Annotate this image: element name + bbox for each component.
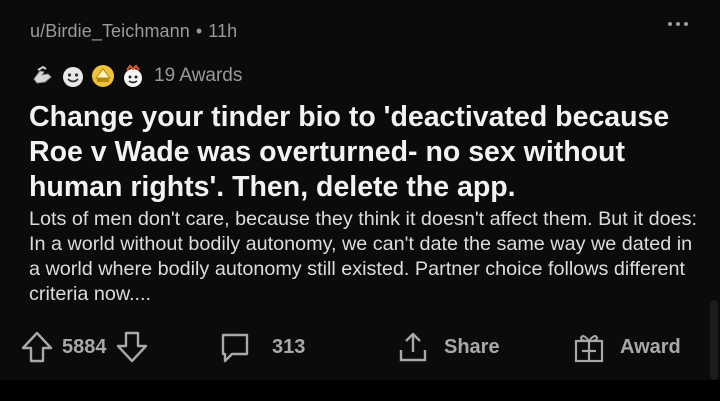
silver-hands-award-icon	[30, 63, 56, 89]
comment-icon	[218, 330, 252, 364]
post-card: u/Birdie_Teichmann • 11h 19 Awards Chang…	[0, 0, 720, 380]
face-award-icon	[120, 63, 146, 89]
post-body[interactable]: Lots of men don't care, because they thi…	[29, 207, 699, 307]
scrollbar[interactable]	[710, 300, 718, 380]
bottom-divider	[0, 380, 720, 401]
post-meta: u/Birdie_Teichmann • 11h	[30, 21, 237, 42]
comment-count: 313	[272, 335, 306, 358]
post-title[interactable]: Change your tinder bio to 'deactivated b…	[29, 100, 699, 205]
meta-separator: •	[195, 21, 203, 41]
award-button[interactable]: Award	[572, 327, 681, 367]
more-dot	[676, 22, 680, 26]
gold-ship-award-icon	[90, 63, 116, 89]
more-options-icon[interactable]	[668, 22, 688, 26]
smile-award-icon	[60, 63, 86, 89]
comments-button[interactable]: 313	[218, 327, 305, 367]
upvote-icon[interactable]	[20, 330, 54, 364]
downvote-icon[interactable]	[115, 330, 149, 364]
gift-icon	[572, 330, 606, 364]
more-dot	[684, 22, 688, 26]
awards-row[interactable]: 19 Awards	[30, 63, 242, 89]
share-button[interactable]: Share	[396, 327, 500, 367]
share-icon	[396, 330, 430, 364]
vote-controls: 5884	[20, 327, 149, 367]
vote-score: 5884	[62, 335, 107, 358]
awards-count: 19 Awards	[154, 65, 243, 86]
more-dot	[668, 22, 672, 26]
post-age: 11h	[208, 21, 238, 41]
share-label: Share	[444, 335, 500, 358]
author-link[interactable]: u/Birdie_Teichmann	[30, 21, 190, 41]
award-label: Award	[620, 335, 681, 358]
action-bar: 5884 313 Share Award	[0, 327, 720, 367]
